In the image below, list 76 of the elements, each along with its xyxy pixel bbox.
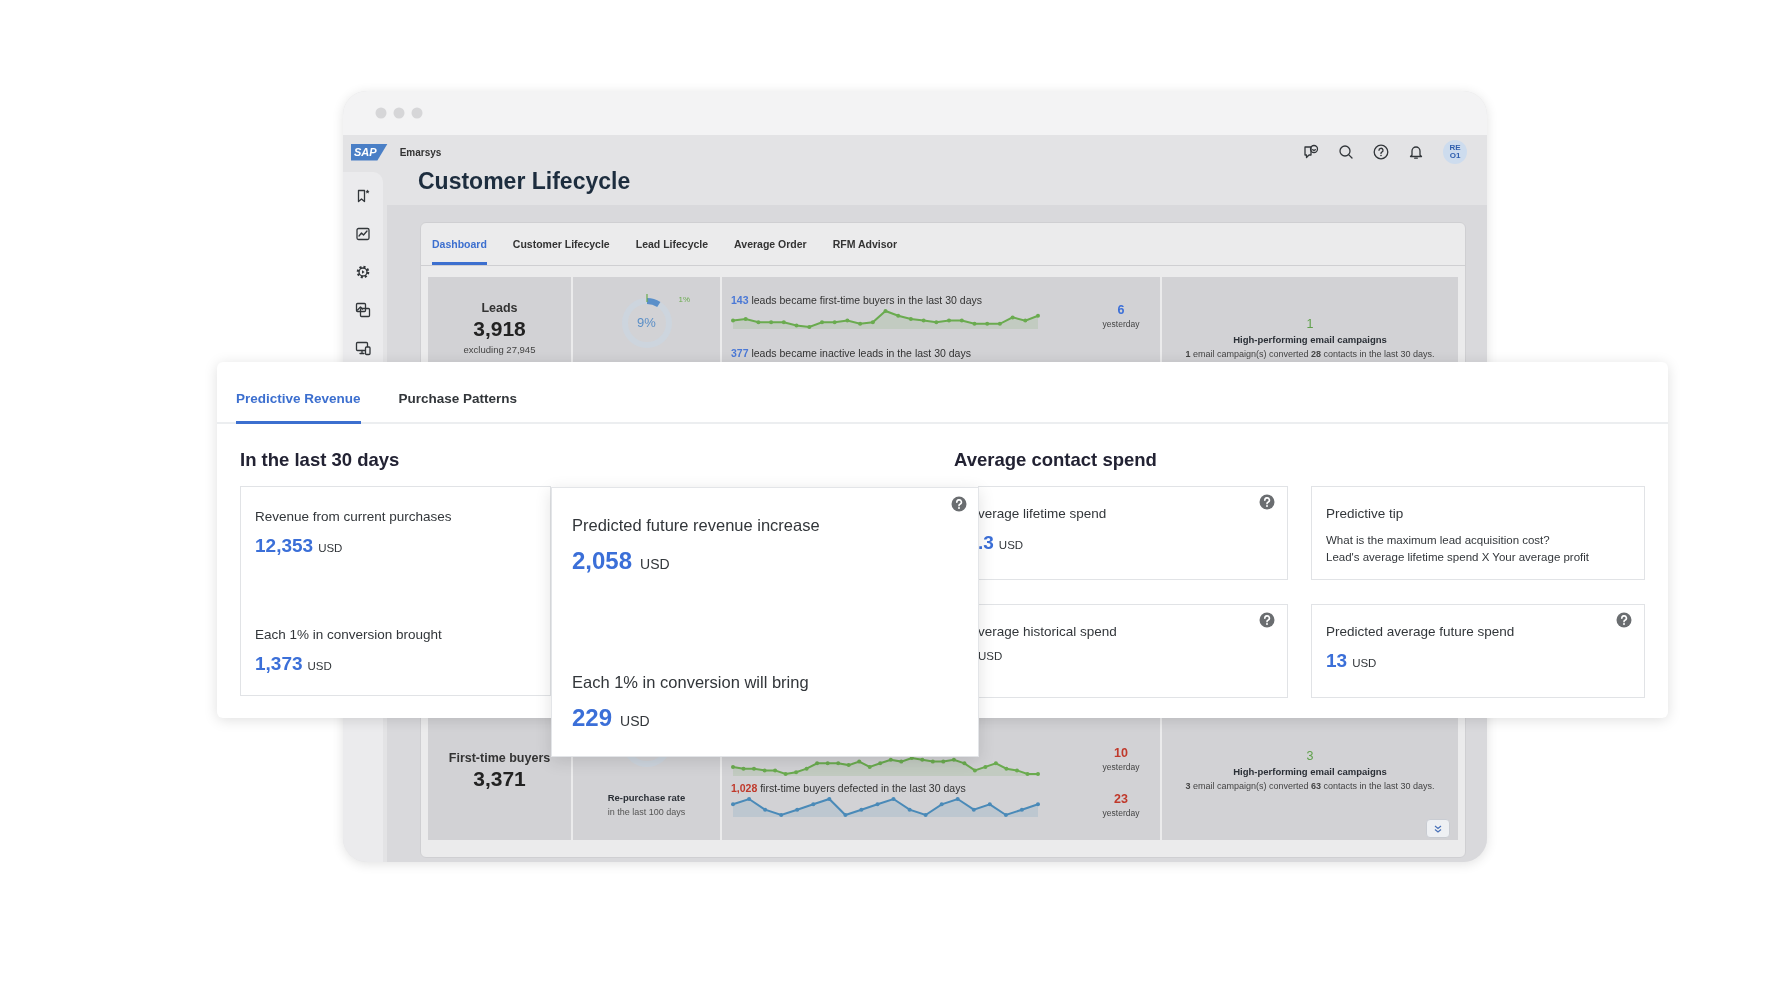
metric-label: Revenue from current purchases bbox=[255, 509, 453, 524]
metric-unit: USD bbox=[1352, 657, 1377, 669]
tab[interactable]: Predictive Revenue bbox=[236, 362, 361, 424]
tab[interactable]: Average Order bbox=[734, 223, 807, 265]
bell-icon[interactable] bbox=[1408, 144, 1424, 160]
metric-unit: USD bbox=[620, 713, 650, 729]
tip-title: Predictive tip bbox=[1326, 506, 1405, 521]
campaign-title: High-performing email campaigns bbox=[1233, 334, 1387, 345]
trend-delta: 10 bbox=[1114, 746, 1128, 760]
kpi-note: excluding 27,945 bbox=[463, 344, 536, 355]
trend-caption: 143 leads became first-time buyers in the last 30 days bbox=[731, 294, 983, 306]
help-icon[interactable] bbox=[951, 496, 967, 512]
donut-caption: Re-purchase rate bbox=[607, 792, 686, 803]
metric-unit: USD bbox=[307, 660, 332, 672]
trend-delta: 6 bbox=[1117, 303, 1125, 317]
help-icon[interactable] bbox=[1373, 144, 1389, 160]
feedback-icon[interactable] bbox=[1303, 144, 1319, 160]
trend-delta: 23 bbox=[1114, 792, 1128, 806]
tab[interactable]: Purchase Patterns bbox=[398, 362, 518, 424]
user-avatar[interactable]: RE O1 bbox=[1443, 140, 1467, 164]
campaign-title: High-performing email campaigns bbox=[1233, 766, 1387, 777]
help-icon[interactable] bbox=[1259, 612, 1275, 628]
tab[interactable]: Customer Lifecycle bbox=[512, 223, 610, 265]
metric-unit: USD bbox=[640, 556, 670, 572]
tab[interactable]: RFM Advisor bbox=[832, 223, 898, 265]
chart-icon[interactable] bbox=[355, 226, 371, 242]
kpi-label: Leads bbox=[481, 301, 518, 315]
donut-note: in the last 100 days bbox=[607, 807, 686, 817]
bookmark-icon[interactable] bbox=[355, 188, 371, 204]
kpi-value: 3,918 bbox=[473, 317, 526, 341]
campaign-count: 3 bbox=[1306, 749, 1314, 763]
metric-value: 13 bbox=[1326, 650, 1348, 672]
kpi-label: First-time buyers bbox=[448, 751, 551, 765]
kpi-value: 3,371 bbox=[473, 767, 526, 791]
trend-caption: 377 leads became inactive leads in the last 30 days bbox=[731, 347, 972, 359]
metric-label: verage lifetime spend bbox=[978, 506, 1108, 521]
metric-label: Predicted average future spend bbox=[1326, 624, 1516, 639]
settings-icon[interactable] bbox=[355, 264, 371, 280]
metric-label: Predicted future revenue increase bbox=[572, 516, 821, 535]
donut-marker-label: 1% bbox=[678, 295, 691, 304]
section-title: In the last 30 days bbox=[240, 448, 401, 472]
section-title: Average contact spend bbox=[954, 448, 1158, 472]
devices-icon[interactable] bbox=[355, 340, 371, 356]
help-icon[interactable] bbox=[1259, 494, 1275, 510]
donut-reading: 9% bbox=[636, 315, 657, 330]
campaign-summary: 3 email campaign(s) converted 63 contacts in the last 30 days. bbox=[1185, 781, 1435, 791]
metric-unit: USD bbox=[998, 539, 1024, 551]
brand-name: Emarsys bbox=[399, 146, 442, 158]
metric-label: verage historical spend bbox=[978, 624, 1118, 639]
metric-unit: USD bbox=[978, 650, 1003, 662]
window-dots-icon bbox=[375, 107, 423, 119]
trend-caption: 1,028 first-time buyers defected in the last 30 days bbox=[731, 782, 967, 794]
tip-text: What is the maximum lead acquisition cost? bbox=[1326, 534, 1551, 546]
gallery-icon[interactable] bbox=[355, 302, 371, 318]
trend-delta-note: yesterday bbox=[1102, 808, 1140, 818]
chevron-down-icon bbox=[1434, 824, 1442, 833]
metric-label: Each 1% in conversion will bring bbox=[572, 673, 810, 692]
brand-logo: SAP bbox=[351, 143, 388, 161]
metric-label: Each 1% in conversion brought bbox=[255, 627, 443, 642]
campaign-summary: 1 email campaign(s) converted 28 contacts in the last 30 days. bbox=[1185, 349, 1435, 359]
tip-text: Lead's average lifetime spend X Your average profit bbox=[1326, 551, 1591, 563]
trend-delta-note: yesterday bbox=[1102, 762, 1140, 772]
tab[interactable]: Lead Lifecycle bbox=[635, 223, 709, 265]
metric-unit: USD bbox=[318, 542, 343, 554]
metric-value: 229 bbox=[572, 704, 613, 732]
trend-delta-note: yesterday bbox=[1102, 319, 1140, 329]
search-icon[interactable] bbox=[1338, 144, 1354, 160]
metric-value: 12,353 bbox=[255, 535, 314, 557]
help-icon[interactable] bbox=[1616, 612, 1632, 628]
metric-value: 1,373 bbox=[255, 653, 303, 675]
metric-value: .3 bbox=[978, 532, 994, 554]
campaign-count: 1 bbox=[1306, 317, 1314, 331]
metric-value: 2,058 bbox=[572, 547, 633, 575]
tab[interactable]: Dashboard bbox=[432, 223, 487, 265]
expand-button[interactable] bbox=[1426, 819, 1450, 838]
page-title: Customer Lifecycle bbox=[417, 169, 632, 196]
